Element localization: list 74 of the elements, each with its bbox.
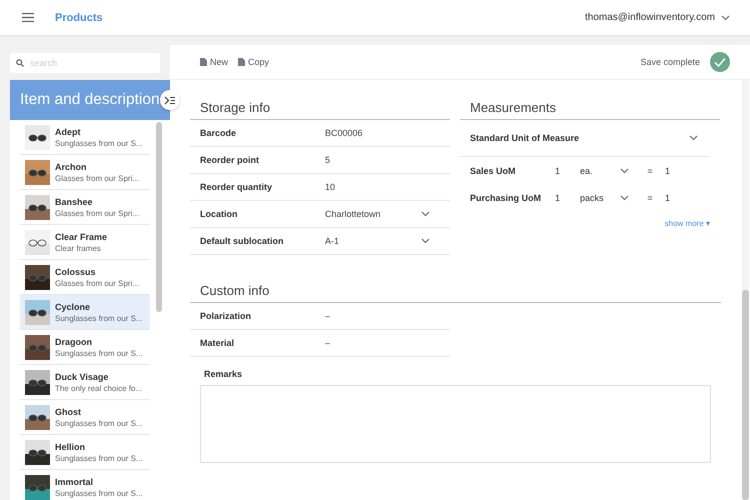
field-label: Reorder quantity [200, 182, 274, 192]
product-name: Dragoon [55, 336, 93, 346]
product-description: The only real choice fo... [55, 384, 142, 392]
document-icon [238, 58, 246, 66]
caret-icon [721, 14, 730, 20]
product-description: Sunglasses from our S... [55, 138, 143, 148]
product-name: Immortal [55, 476, 94, 486]
base-value: 1 [665, 166, 670, 176]
page-title: Products [55, 12, 103, 24]
field-label: Reorder point [200, 155, 260, 165]
equals-sign: = [646, 166, 654, 176]
product-description: Glasses from our Spri... [55, 208, 140, 218]
product-name: Banshee [55, 196, 94, 206]
section-title: Measurements [460, 100, 720, 120]
scrollbar-thumb[interactable] [742, 290, 749, 500]
select-field[interactable]: A-1 [325, 236, 421, 246]
select-field[interactable]: Charlottetown [325, 209, 421, 219]
menu-icon[interactable] [22, 13, 34, 22]
field-label: Sales UoM [470, 166, 517, 176]
user-menu[interactable]: thomas@inflowinventory.com [584, 12, 730, 23]
collapse-button[interactable] [160, 90, 180, 110]
column-heading: Item and description [20, 91, 160, 109]
field-label: Material [200, 338, 236, 348]
field-label: Purchasing UoM [470, 192, 542, 202]
document-icon [200, 58, 207, 66]
product-name: Adept [55, 126, 82, 136]
product-description: Sunglasses from our S... [55, 488, 143, 498]
field-label: Remarks [203, 369, 244, 379]
product-description: Glasses from our Spri... [55, 174, 140, 182]
chevron-icon [620, 168, 629, 174]
field-value: – [325, 338, 332, 348]
product-name: Duck Visage [55, 372, 110, 382]
product-description: Sunglasses from our S... [55, 348, 143, 358]
quantity-value: 1 [555, 166, 562, 176]
copy-button[interactable]: Copy [238, 57, 270, 67]
field-label: Barcode [200, 128, 238, 138]
field-value: 5 [325, 155, 332, 165]
chevron-icon [421, 211, 430, 217]
product-name: Colossus [55, 266, 97, 276]
field-label: Polarization [200, 311, 252, 321]
unit-select[interactable]: ea. [580, 166, 635, 176]
product-name: Ghost [55, 406, 82, 416]
section-title: Custom info [190, 283, 721, 303]
chevron-icon [620, 194, 629, 200]
section-title: Storage info [190, 100, 450, 120]
save-status: Save complete [640, 57, 700, 67]
chevron-icon [421, 238, 430, 244]
product-description: Clear frames [55, 244, 102, 252]
product-description: Glasses from our Spri... [55, 278, 140, 288]
scrollbar-thumb[interactable] [156, 122, 162, 312]
field-label: Default sublocation [200, 236, 285, 246]
equals-sign: = [646, 192, 654, 202]
product-name: Cyclone [55, 302, 92, 312]
product-description: Sunglasses from our S... [55, 418, 143, 428]
unit-select[interactable]: packs [580, 192, 635, 202]
product-description: Sunglasses from our S... [55, 314, 143, 322]
product-description: Sunglasses from our S... [55, 454, 143, 462]
base-value: 1 [665, 192, 670, 202]
remarks-field[interactable] [200, 385, 711, 463]
check-icon [710, 52, 730, 72]
quantity-value: 1 [555, 192, 562, 202]
product-name: Archon [55, 162, 88, 172]
product-name: Hellion [55, 442, 86, 452]
product-name: Clear Frame [55, 232, 108, 242]
field-label: Location [200, 209, 238, 219]
chevron-icon [689, 135, 698, 141]
collapse-icon [164, 96, 176, 104]
field-value: 10 [325, 182, 336, 192]
field-value: – [325, 311, 332, 321]
search-icon [16, 59, 24, 67]
field-value: BC00006 [325, 128, 364, 138]
new-button[interactable]: New [200, 57, 228, 67]
uom-dropdown[interactable]: Standard Unit of Measure [460, 120, 710, 157]
product-item[interactable]: Cyclone Sunglasses from our S... [20, 295, 150, 330]
